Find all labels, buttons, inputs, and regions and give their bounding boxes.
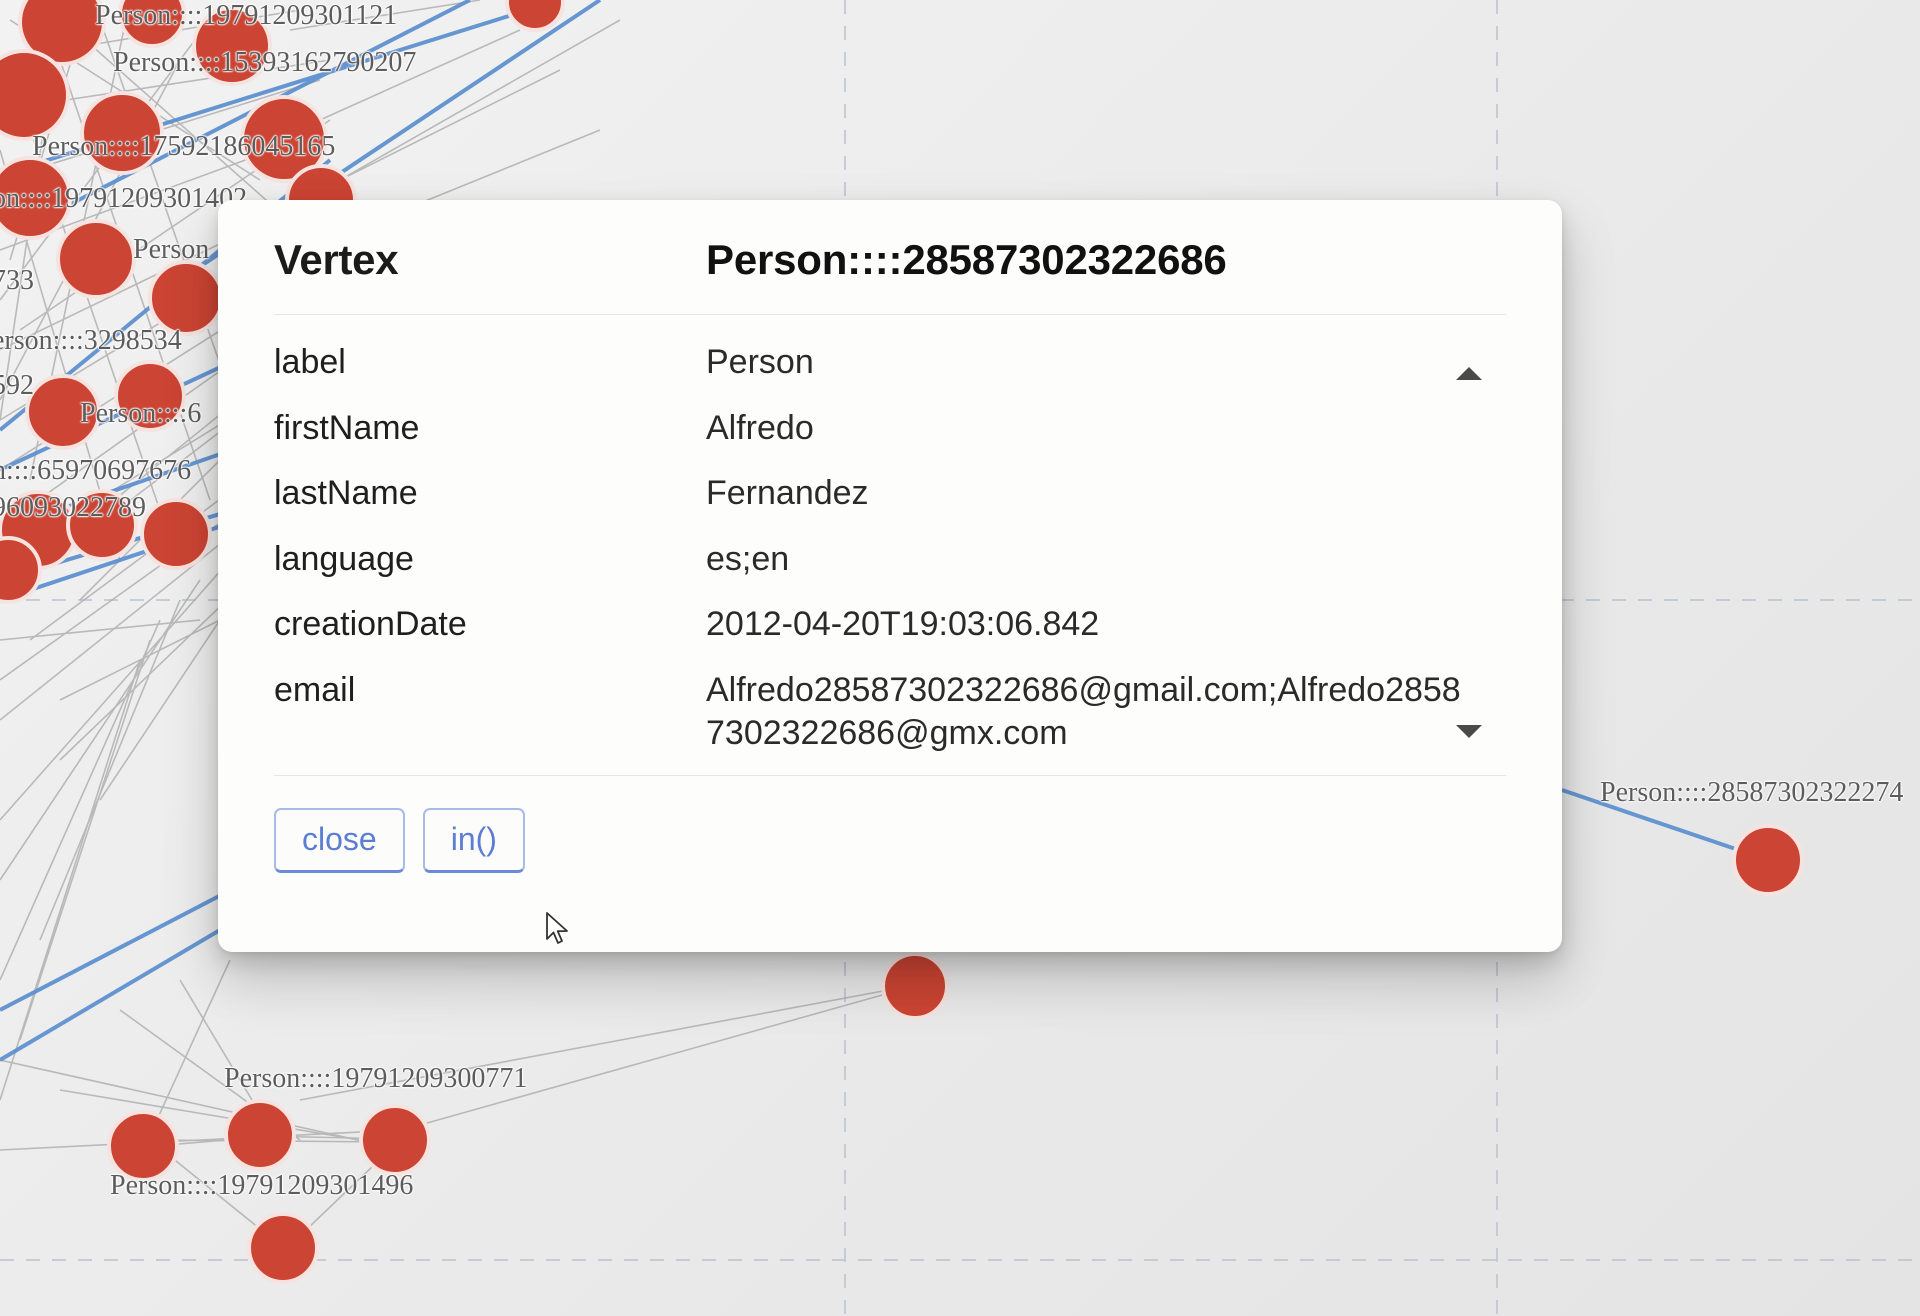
vertex-detail-dialog: Vertex Person::::28587302322686 label Pe… xyxy=(218,200,1562,952)
page-title: Vertex xyxy=(274,236,399,283)
dialog-header: Vertex Person::::28587302322686 xyxy=(218,200,1562,292)
graph-node xyxy=(118,0,186,48)
property-row: creationDate 2012-04-20T19:03:06.842 xyxy=(274,603,1506,647)
graph-node xyxy=(107,1110,179,1182)
graph-node xyxy=(25,374,101,450)
property-row: lastName Fernandez xyxy=(274,472,1506,516)
graph-node xyxy=(359,1104,431,1176)
caret-down-icon[interactable] xyxy=(1456,725,1482,738)
property-key: language xyxy=(274,539,414,578)
graph-node xyxy=(224,1099,296,1171)
property-value: es;en xyxy=(706,539,790,578)
property-row: email Alfredo28587302322686@gmail.com;Al… xyxy=(274,669,1506,756)
property-key: firstName xyxy=(274,408,420,447)
graph-node xyxy=(881,952,949,1020)
property-value: Alfredo xyxy=(706,408,814,447)
graph-node xyxy=(56,219,136,299)
property-value: 2012-04-20T19:03:06.842 xyxy=(706,605,1100,644)
dialog-action-bar: close in() xyxy=(218,776,1562,873)
property-key: label xyxy=(274,343,346,381)
property-key: email xyxy=(274,670,356,709)
graph-node xyxy=(1732,824,1804,896)
graph-node xyxy=(0,156,72,240)
graph-node xyxy=(0,49,70,141)
property-row: firstName Alfredo xyxy=(274,407,1506,451)
graph-node xyxy=(192,6,272,86)
graph-node xyxy=(114,360,186,432)
graph-node xyxy=(505,0,565,32)
graph-node xyxy=(247,1212,319,1284)
property-value: Alfredo28587302322686@gmail.com;Alfredo2… xyxy=(706,670,1461,753)
vertex-properties-list[interactable]: label Person firstName Alfredo lastName … xyxy=(274,315,1506,765)
property-value: Fernandez xyxy=(706,474,869,513)
app-root: Person::::19791209301121 Person::::15393… xyxy=(0,0,1920,1316)
caret-up-icon[interactable] xyxy=(1456,367,1482,380)
close-button[interactable]: close xyxy=(274,808,405,873)
property-value: Person xyxy=(706,343,814,381)
property-key: creationDate xyxy=(274,605,467,644)
in-button[interactable]: in() xyxy=(422,808,525,873)
graph-node xyxy=(140,498,212,570)
vertex-id-heading: Person::::28587302322686 xyxy=(706,236,1227,283)
property-row: label Person xyxy=(274,341,1506,385)
graph-node xyxy=(80,91,164,175)
property-key: lastName xyxy=(274,474,418,513)
graph-node xyxy=(148,260,224,336)
property-row: language es;en xyxy=(274,538,1506,582)
graph-node xyxy=(66,489,138,561)
